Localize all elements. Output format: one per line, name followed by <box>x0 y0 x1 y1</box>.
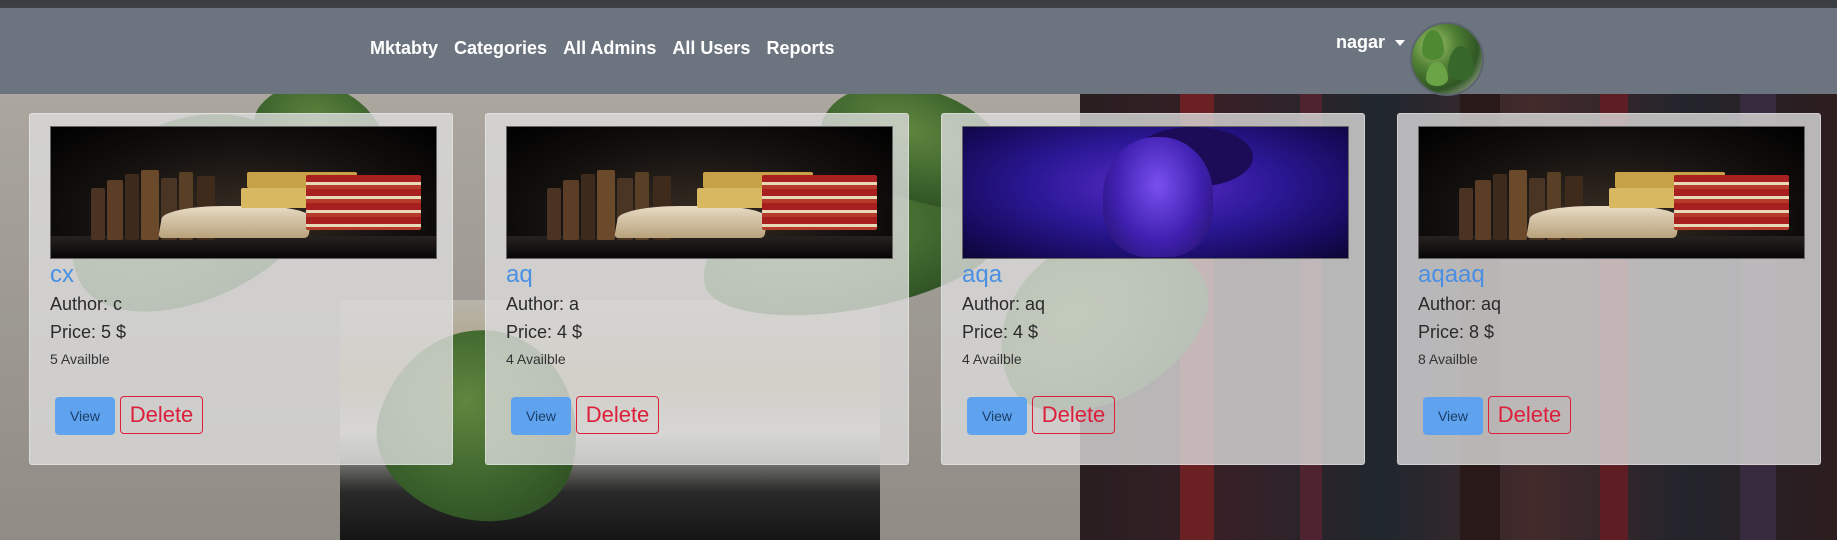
nav-links: Mktabty Categories All Admins All Users … <box>370 38 834 59</box>
user-name: nagar <box>1336 32 1386 52</box>
book-author: Author: aq <box>962 294 1046 314</box>
view-button[interactable]: View <box>511 397 571 435</box>
book-price: Price: 8 $ <box>1418 322 1495 342</box>
book-title-link[interactable]: cx <box>50 261 74 289</box>
book-availability: 4 Availble <box>506 351 566 367</box>
book-title-link[interactable]: aqaaq <box>1418 261 1485 289</box>
book-card: aqaaq Author: aq Price: 8 $ 8 Availble V… <box>1397 113 1821 465</box>
caret-down-icon <box>1395 39 1406 46</box>
delete-button[interactable]: Delete <box>1488 396 1571 434</box>
book-availability: 5 Availble <box>50 351 110 367</box>
view-button[interactable]: View <box>967 397 1027 435</box>
book-card: cx Author: c Price: 5 $ 5 Availble View … <box>29 113 453 465</box>
navbar: Mktabty Categories All Admins All Users … <box>0 6 1837 96</box>
book-author: Author: aq <box>1418 294 1502 314</box>
delete-button[interactable]: Delete <box>1032 396 1115 434</box>
view-button[interactable]: View <box>1423 397 1483 435</box>
book-availability: 4 Availble <box>962 351 1022 367</box>
view-button[interactable]: View <box>55 397 115 435</box>
book-cover-image <box>1418 126 1805 259</box>
delete-button[interactable]: Delete <box>576 396 659 434</box>
nav-link-all-users[interactable]: All Users <box>672 38 750 59</box>
book-author: Author: a <box>506 294 580 314</box>
nav-link-all-admins[interactable]: All Admins <box>563 38 656 59</box>
book-price: Price: 5 $ <box>50 322 127 342</box>
book-cover-image <box>962 126 1349 259</box>
user-dropdown[interactable]: nagar <box>1336 32 1406 53</box>
book-cover-image <box>50 126 437 259</box>
nav-link-mktabty[interactable]: Mktabty <box>370 38 438 59</box>
book-card: aqa Author: aq Price: 4 $ 4 Availble Vie… <box>941 113 1365 465</box>
delete-button[interactable]: Delete <box>120 396 203 434</box>
book-cover-image <box>506 126 893 259</box>
nav-link-reports[interactable]: Reports <box>766 38 834 59</box>
book-price: Price: 4 $ <box>962 322 1039 342</box>
book-price: Price: 4 $ <box>506 322 583 342</box>
book-card: aq Author: a Price: 4 $ 4 Availble View … <box>485 113 909 465</box>
book-title-link[interactable]: aq <box>506 261 533 289</box>
nav-link-categories[interactable]: Categories <box>454 38 547 59</box>
book-author: Author: c <box>50 294 123 314</box>
book-availability: 8 Availble <box>1418 351 1478 367</box>
book-title-link[interactable]: aqa <box>962 261 1002 289</box>
avatar[interactable] <box>1410 22 1484 96</box>
